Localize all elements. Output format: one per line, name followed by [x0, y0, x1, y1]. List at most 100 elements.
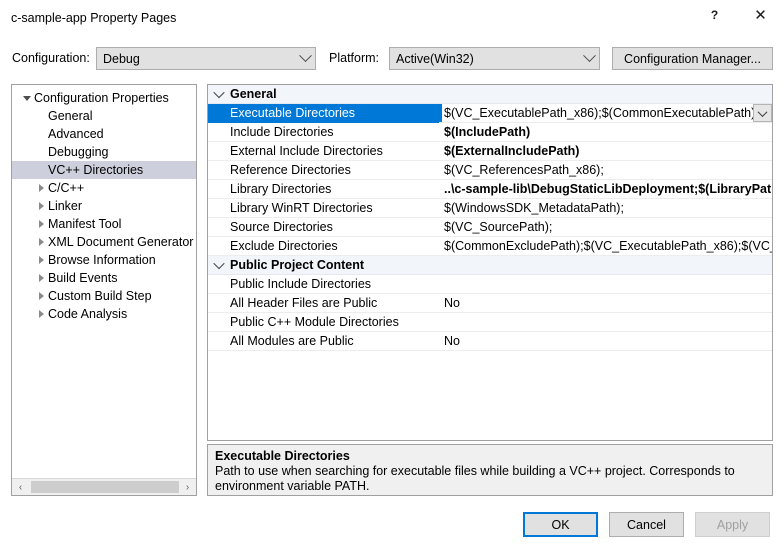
- tree-item-manifest-tool[interactable]: Manifest Tool: [12, 215, 196, 233]
- grid-row-all-header-files-are-public[interactable]: All Header Files are Public No: [208, 294, 772, 313]
- expander-expand-icon[interactable]: [34, 310, 48, 318]
- grid-category-public-project-content[interactable]: Public Project Content: [208, 256, 772, 275]
- property-name: Library Directories: [230, 182, 332, 196]
- tree-item-label: Manifest Tool: [48, 217, 122, 231]
- grid-row-library-winrt-directories[interactable]: Library WinRT Directories $(WindowsSDK_Me…: [208, 199, 772, 218]
- tree-item-c-c[interactable]: C/C++: [12, 179, 196, 197]
- description-panel: Executable Directories Path to use when …: [207, 444, 773, 496]
- category-collapse-icon[interactable]: [208, 86, 230, 99]
- expander-expand-icon[interactable]: [34, 184, 48, 192]
- configuration-dropdown[interactable]: Debug: [96, 47, 316, 70]
- configuration-label: Configuration:: [12, 51, 90, 65]
- property-grid: General Executable Directories $(VC_Execut…: [208, 85, 772, 351]
- tree-item-label: Linker: [48, 199, 83, 213]
- property-name: Public Include Directories: [230, 277, 372, 291]
- tree-horizontal-scrollbar[interactable]: ‹ ›: [12, 478, 196, 495]
- grid-row-reference-directories[interactable]: Reference Directories $(VC_ReferencesPath…: [208, 161, 772, 180]
- property-value[interactable]: $(CommonExcludePath);$(VC_ExecutablePath…: [439, 239, 772, 253]
- tree-item-browse-information[interactable]: Browse Information: [12, 251, 196, 269]
- platform-value: Active(Win32): [396, 51, 474, 66]
- property-value[interactable]: $(VC_ReferencesPath_x86);: [439, 163, 772, 177]
- scrollbar-track[interactable]: [29, 479, 179, 495]
- grid-row-external-include-directories[interactable]: External Include Directories $(ExternalIn…: [208, 142, 772, 161]
- expander-expand-icon[interactable]: [34, 292, 48, 300]
- expander-expand-icon[interactable]: [34, 202, 48, 210]
- property-name: Public C++ Module Directories: [230, 315, 399, 329]
- scroll-right-icon[interactable]: ›: [179, 479, 196, 495]
- tree-item-label: Code Analysis: [48, 307, 128, 321]
- configuration-value: Debug: [103, 51, 140, 66]
- tree-item-advanced[interactable]: Advanced: [12, 125, 196, 143]
- grid-row-executable-directories[interactable]: Executable Directories $(VC_ExecutablePat…: [208, 103, 772, 123]
- expander-expand-icon[interactable]: [34, 256, 48, 264]
- tree-item-configuration-properties[interactable]: Configuration Properties: [12, 89, 196, 107]
- scroll-left-icon[interactable]: ‹: [12, 479, 29, 495]
- help-button[interactable]: ?: [692, 0, 737, 30]
- property-name: Reference Directories: [230, 163, 351, 177]
- property-name: External Include Directories: [230, 144, 383, 158]
- cancel-button[interactable]: Cancel: [609, 512, 684, 537]
- grid-row-library-directories[interactable]: Library Directories ..\c-sample-lib\Debug…: [208, 180, 772, 199]
- property-name: Include Directories: [230, 125, 334, 139]
- question-mark-icon: ?: [710, 8, 719, 22]
- property-value[interactable]: No: [439, 334, 772, 348]
- category-label: Public Project Content: [230, 258, 365, 272]
- tree-item-vc-directories[interactable]: VC++ Directories: [12, 161, 196, 179]
- description-title: Executable Directories: [215, 449, 350, 463]
- chevron-down-icon: [579, 49, 599, 63]
- tree-item-label: Custom Build Step: [48, 289, 152, 303]
- ok-button[interactable]: OK: [523, 512, 598, 537]
- tree-item-build-events[interactable]: Build Events: [12, 269, 196, 287]
- tree-item-label: C/C++: [48, 181, 85, 195]
- grid-row-public-include-directories[interactable]: Public Include Directories: [208, 275, 772, 294]
- category-collapse-icon[interactable]: [208, 257, 230, 270]
- property-value[interactable]: $(WindowsSDK_MetadataPath);: [439, 201, 772, 215]
- grid-row-exclude-directories[interactable]: Exclude Directories $(CommonExcludePath);…: [208, 237, 772, 256]
- property-name: Library WinRT Directories: [230, 201, 373, 215]
- tree-item-custom-build-step[interactable]: Custom Build Step: [12, 287, 196, 305]
- property-value[interactable]: $(ExternalIncludePath): [439, 144, 772, 158]
- tree-item-general[interactable]: General: [12, 107, 196, 125]
- expander-expand-icon[interactable]: [34, 220, 48, 228]
- grid-row-all-modules-are-public[interactable]: All Modules are Public No: [208, 332, 772, 351]
- expander-collapse-icon[interactable]: [20, 95, 34, 101]
- configuration-manager-button[interactable]: Configuration Manager...: [612, 47, 773, 70]
- property-value[interactable]: $(VC_ExecutablePath_x86);$(CommonExecuta…: [439, 106, 772, 120]
- chevron-down-icon: [757, 106, 768, 117]
- property-value[interactable]: $(VC_SourcePath);: [439, 220, 772, 234]
- tree-item-label: Build Events: [48, 271, 118, 285]
- tree-item-label: General: [48, 109, 93, 123]
- property-value[interactable]: ..\c-sample-lib\DebugStaticLibDeployment…: [439, 182, 772, 196]
- grid-category-general[interactable]: General: [208, 85, 772, 104]
- property-name: Exclude Directories: [230, 239, 338, 253]
- tree-item-xml-document-generator[interactable]: XML Document Generator: [12, 233, 196, 251]
- grid-row-public-c++-module-directories[interactable]: Public C++ Module Directories: [208, 313, 772, 332]
- platform-dropdown[interactable]: Active(Win32): [389, 47, 600, 70]
- tree-item-debugging[interactable]: Debugging: [12, 143, 196, 161]
- tree-item-label: Browse Information: [48, 253, 156, 267]
- property-value[interactable]: No: [439, 296, 772, 310]
- tree-item-label: VC++ Directories: [48, 163, 144, 177]
- grid-row-include-directories[interactable]: Include Directories $(IncludePath): [208, 123, 772, 142]
- tree-item-code-analysis[interactable]: Code Analysis: [12, 305, 196, 323]
- property-name: All Modules are Public: [230, 334, 354, 348]
- configuration-tree: Configuration Properties General Advanced D…: [12, 89, 196, 323]
- selection-marker: [439, 104, 442, 122]
- expander-expand-icon[interactable]: [34, 238, 48, 246]
- tree-item-label: Advanced: [48, 127, 104, 141]
- expander-expand-icon[interactable]: [34, 274, 48, 282]
- property-value[interactable]: $(IncludePath): [439, 125, 772, 139]
- property-grid-panel: General Executable Directories $(VC_Execut…: [207, 84, 773, 441]
- window-title: c-sample-app Property Pages: [11, 11, 177, 25]
- grid-row-source-directories[interactable]: Source Directories $(VC_SourcePath);: [208, 218, 772, 237]
- apply-button: Apply: [695, 512, 770, 537]
- description-body: Path to use when searching for executabl…: [215, 464, 735, 493]
- close-icon: ✕: [754, 6, 767, 24]
- scrollbar-thumb[interactable]: [31, 481, 179, 493]
- close-button[interactable]: ✕: [738, 0, 783, 30]
- property-value-dropdown-button[interactable]: [753, 104, 772, 122]
- configuration-tree-panel: Configuration Properties General Advanced D…: [11, 84, 197, 496]
- tree-item-label: Debugging: [48, 145, 109, 159]
- tree-item-linker[interactable]: Linker: [12, 197, 196, 215]
- platform-label: Platform:: [329, 51, 380, 65]
